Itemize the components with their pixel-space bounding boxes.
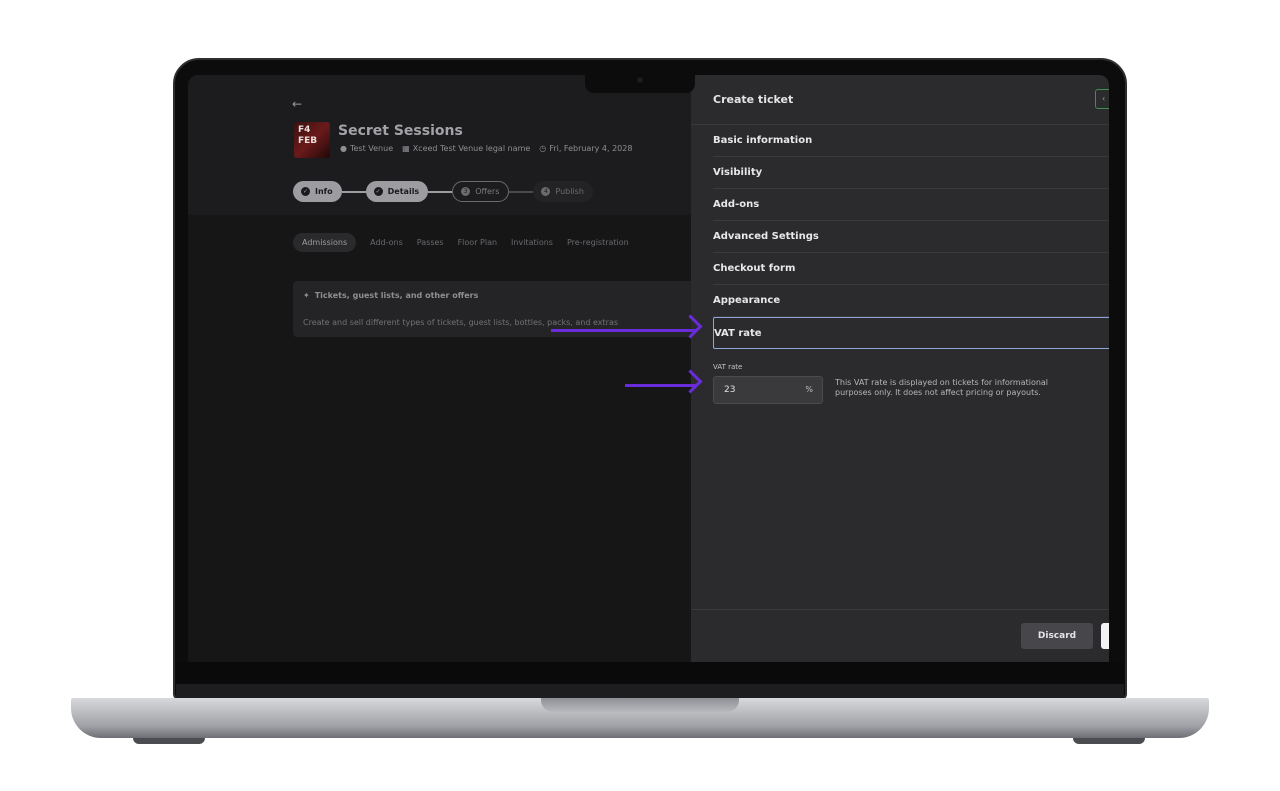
step-connector [509,190,534,193]
step-info[interactable]: ✓ Info [293,181,342,202]
camera-icon [637,77,643,83]
section-checkout-form[interactable]: Checkout form [713,253,1109,285]
section-appearance[interactable]: Appearance [713,285,1109,317]
event-title: Secret Sessions [338,123,463,139]
ticket-icon: ✦ [303,291,310,300]
venue-name: Test Venue [349,144,394,153]
tab-floor-plan[interactable]: Floor Plan [458,238,497,247]
step-publish[interactable]: 4 Publish [533,181,593,202]
step-connector [341,190,366,193]
vat-rate-help: This VAT rate is displayed on tickets fo… [835,378,1049,397]
vat-rate-input[interactable]: 23 % [713,376,823,404]
event-meta: ● Test Venue ▦ Xceed Test Venue legal name… [340,144,632,153]
tab-add-ons[interactable]: Add-ons [370,238,403,247]
laptop-groove [541,698,739,712]
offers-title-text: Tickets, guest lists, and other offers [314,291,479,300]
step-connector [428,190,453,193]
screen: ← F4 FEB Secret Sessions ● Test Venue ▦ Xce… [188,75,1109,662]
laptop-foot-right [1073,738,1145,744]
tab-invitations[interactable]: Invitations [511,238,553,247]
step-label: Offers [475,187,500,196]
step-label: Info [315,187,333,196]
tab-passes[interactable]: Passes [417,238,444,247]
legal-meta: ▦ Xceed Test Venue legal name [402,144,530,153]
panel-title: Create ticket [713,93,794,106]
step-number: 3 [461,187,471,196]
section-advanced-settings[interactable]: Advanced Settings [713,221,1109,253]
building-icon: ▦ [402,144,410,153]
annotation-arrow-input [625,384,697,387]
venue-meta: ● Test Venue [340,144,393,153]
progress-steps: ✓ Info ✓ Details 3 Offers 4 Publish [293,181,593,202]
section-vat-rate[interactable]: VAT rate [713,317,1109,349]
vat-rate-value: 23 [724,385,736,395]
check-icon: ✓ [373,187,383,196]
tab-admissions[interactable]: Admissions [293,233,357,252]
percent-suffix: % [805,385,813,394]
create-ticket-panel: Create ticket ‹ Basic information Visibi… [691,75,1109,662]
discard-button[interactable]: Discard [1021,623,1093,649]
arrow-left-icon[interactable]: ← [292,97,302,111]
tab-pre-registration[interactable]: Pre-registration [567,238,629,247]
annotation-arrow-section [551,329,697,332]
vat-rate-label: VAT rate [713,363,743,371]
step-offers[interactable]: 3 Offers [452,181,510,202]
event-header: ← F4 FEB Secret Sessions ● Test Venue ▦ Xce… [188,75,691,215]
step-label: Details [387,187,420,196]
offers-card-title: ✦ Tickets, guest lists, and other offers [303,291,478,300]
check-icon: ✓ [301,187,310,196]
event-date: Fri, February 4, 2028 [549,144,633,153]
step-details[interactable]: ✓ Details [365,181,429,202]
panel-footer-divider [691,609,1109,610]
offers-card-description: Create and sell different types of ticke… [303,318,619,327]
step-label: Publish [555,187,584,196]
event-thumbnail: F4 FEB [294,122,330,158]
save-button[interactable] [1101,623,1109,649]
clock-icon: ◷ [539,144,547,153]
stage: ← F4 FEB Secret Sessions ● Test Venue ▦ Xce… [0,0,1280,791]
section-basic-information[interactable]: Basic information [713,125,1109,157]
section-add-ons[interactable]: Add-ons [713,189,1109,221]
close-icon[interactable]: ‹ [1095,89,1109,109]
offer-tabs: Admissions Add-ons Passes Floor Plan Inv… [293,233,629,252]
date-meta: ◷ Fri, February 4, 2028 [539,144,632,153]
legal-name: Xceed Test Venue legal name [412,144,531,153]
section-visibility[interactable]: Visibility [713,157,1109,189]
location-pin-icon: ● [340,144,347,153]
step-number: 4 [541,187,551,196]
laptop-foot-left [133,738,205,744]
laptop-hinge [176,684,1124,698]
